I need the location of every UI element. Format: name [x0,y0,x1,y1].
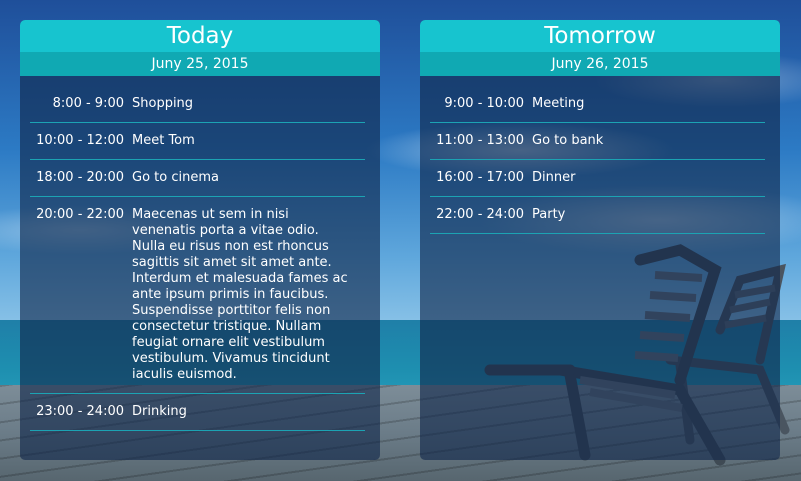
event-row[interactable]: 16:00 - 17:00 Dinner [430,160,765,197]
event-title: Go to bank [532,133,604,148]
event-row[interactable]: 10:00 - 12:00 Meet Tom [30,123,365,160]
event-title: Meet Tom [132,133,195,148]
event-row[interactable]: 23:00 - 24:00 Drinking [30,394,365,431]
event-title: Drinking [132,404,187,419]
event-time: 10:00 - 12:00 [36,133,124,148]
panel-title-tomorrow: Tomorrow [420,20,780,52]
event-time: 8:00 - 9:00 [52,96,124,111]
event-title: Party [532,207,566,222]
event-row[interactable]: 9:00 - 10:00 Meeting [430,86,765,123]
event-time: 9:00 - 10:00 [444,96,524,111]
event-row[interactable]: 22:00 - 24:00 Party [430,197,765,234]
event-time: 22:00 - 24:00 [436,207,524,222]
panel-date-today: Juny 25, 2015 [20,52,380,76]
event-row[interactable]: 11:00 - 13:00 Go to bank [430,123,765,160]
event-title: Maecenas ut sem in nisi venenatis porta … [132,207,348,382]
event-row[interactable]: 8:00 - 9:00 Shopping [30,86,365,123]
event-time: 23:00 - 24:00 [36,404,124,419]
event-title: Meeting [532,96,585,111]
event-title: Shopping [132,96,194,111]
tomorrow-panel: Tomorrow Juny 26, 2015 9:00 - 10:00 Meet… [420,20,780,460]
panel-title-today: Today [20,20,380,52]
today-panel: Today Juny 25, 2015 8:00 - 9:00 Shopping… [20,20,380,460]
event-row[interactable]: 18:00 - 20:00 Go to cinema [30,160,365,197]
panel-date-tomorrow: Juny 26, 2015 [420,52,780,76]
event-time: 11:00 - 13:00 [436,133,524,148]
event-title: Dinner [532,170,576,185]
event-list-tomorrow: 9:00 - 10:00 Meeting 11:00 - 13:00 Go to… [420,76,780,234]
event-title: Go to cinema [132,170,219,185]
event-time: 20:00 - 22:00 [36,207,124,222]
event-time: 18:00 - 20:00 [36,170,124,185]
event-list-today: 8:00 - 9:00 Shopping 10:00 - 12:00 Meet … [20,76,380,431]
event-row[interactable]: 20:00 - 22:00 Maecenas ut sem in nisi ve… [30,197,365,394]
event-time: 16:00 - 17:00 [436,170,524,185]
